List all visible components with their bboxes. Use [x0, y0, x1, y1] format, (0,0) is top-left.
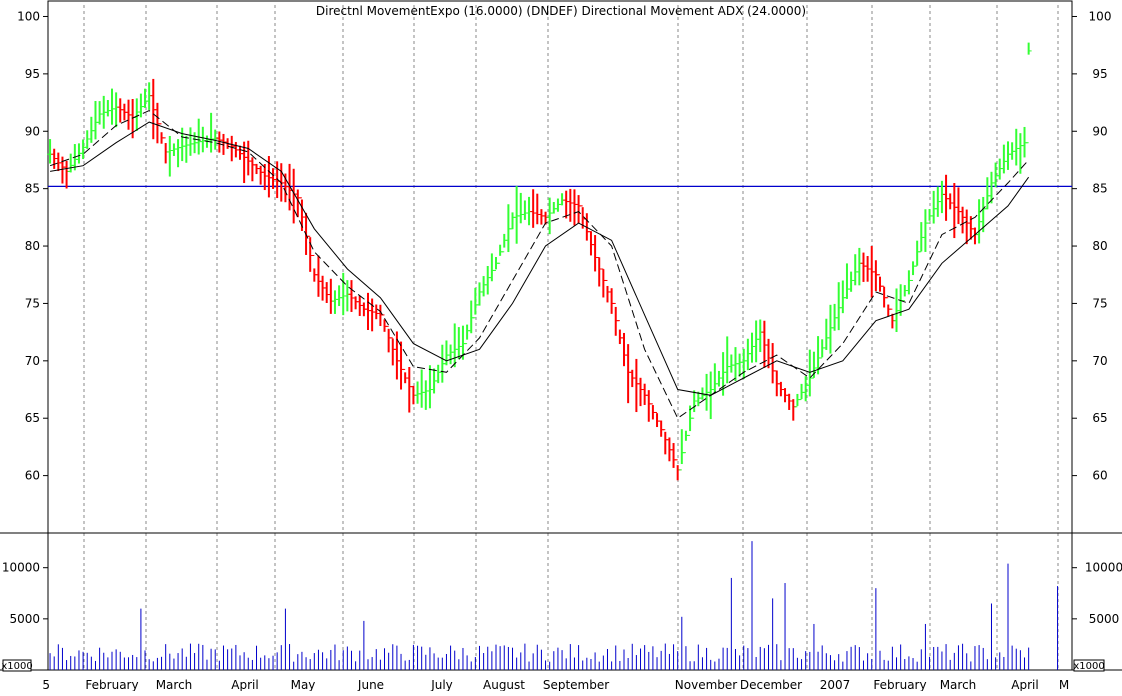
- x-tick-label: 2007: [820, 678, 851, 691]
- y-tick-label-left: 95: [25, 67, 40, 81]
- x-tick-label: May: [291, 678, 316, 691]
- x-tick-label: February: [85, 678, 138, 691]
- y-tick-label-left: 85: [25, 182, 40, 196]
- chart-container: 60 60 65 65 70 70 75 75 80 80 85 85 90 90 95 95 100 100 50…: [0, 0, 1122, 692]
- x-tick-label: April: [1011, 678, 1038, 691]
- y-tick-label-left: 60: [25, 469, 40, 483]
- y-tick-label-right: 95: [1092, 67, 1107, 81]
- x-tick-label: March: [940, 678, 977, 691]
- x-tick-label: December: [740, 678, 802, 691]
- x-tick-label: June: [357, 678, 384, 691]
- x-tick-label: November: [675, 678, 737, 691]
- volume-tick-label-right: 5000: [1089, 612, 1120, 626]
- y-tick-label-left: 90: [25, 124, 40, 138]
- volume-tick-label-left: 10000: [2, 561, 40, 575]
- y-tick-label-right: 60: [1092, 469, 1107, 483]
- volume-tick-label-left: 5000: [9, 612, 40, 626]
- y-tick-label-left: 70: [25, 354, 40, 368]
- x-tick-label: March: [156, 678, 193, 691]
- y-tick-label-right: 80: [1092, 239, 1107, 253]
- y-tick-label-right: 65: [1092, 411, 1107, 425]
- x-tick-label: April: [231, 678, 258, 691]
- y-tick-label-left: 65: [25, 411, 40, 425]
- chart-svg: 60 60 65 65 70 70 75 75 80 80 85 85 90 90 95 95 100 100 50…: [0, 0, 1122, 692]
- y-tick-label-right: 90: [1092, 124, 1107, 138]
- x-tick-label: February: [873, 678, 926, 691]
- volume-unit-label: x1000: [1, 661, 32, 672]
- y-tick-label-left: 100: [17, 9, 40, 23]
- y-tick-label-right: 70: [1092, 354, 1107, 368]
- y-tick-label-right: 85: [1092, 182, 1107, 196]
- x-tick-label: July: [430, 678, 453, 691]
- chart-title: Directnl MovementExpo (16.0000) (DNDEF) …: [316, 4, 806, 18]
- x-tick-label: 5: [42, 678, 50, 691]
- x-tick-label: September: [543, 678, 609, 691]
- y-tick-label-left: 80: [25, 239, 40, 253]
- x-tick-label: M: [1059, 678, 1069, 691]
- volume-tick-label-right: 10000: [1085, 561, 1122, 575]
- y-tick-label-right: 100: [1089, 9, 1112, 23]
- chart-background: [0, 0, 1122, 691]
- volume-unit-label: x1000: [1073, 661, 1104, 672]
- x-tick-label: August: [483, 678, 525, 691]
- y-tick-label-right: 75: [1092, 296, 1107, 310]
- y-tick-label-left: 75: [25, 296, 40, 310]
